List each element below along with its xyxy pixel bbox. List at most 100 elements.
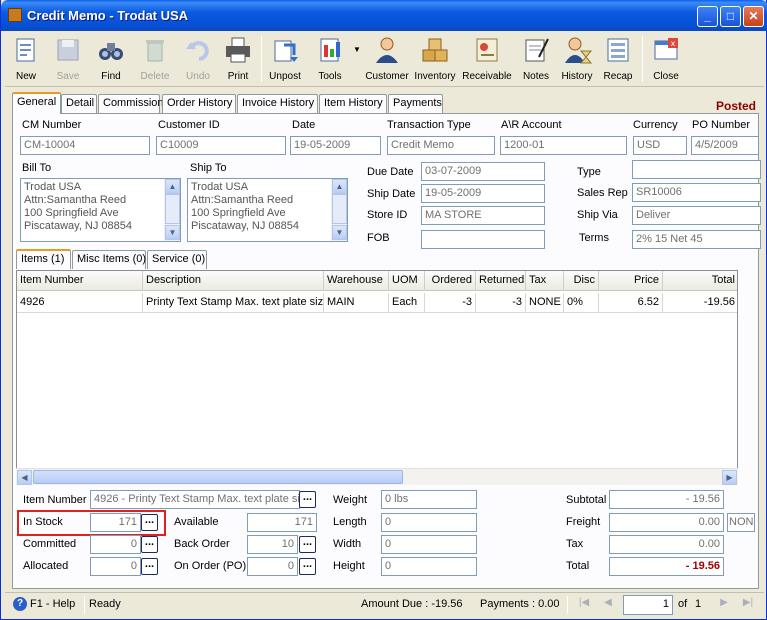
scroll-up-icon[interactable]: ▲ xyxy=(165,179,180,194)
scroll-down-icon[interactable]: ▼ xyxy=(165,225,180,240)
customer-button[interactable]: Customer xyxy=(365,33,409,85)
save-button[interactable]: Save xyxy=(49,33,87,85)
tab-payments[interactable]: Payments xyxy=(388,94,443,113)
title-bar[interactable]: Credit Memo - Trodat USA _ □ ✕ xyxy=(1,0,767,31)
scroll-up-icon[interactable]: ▲ xyxy=(332,179,347,194)
first-page-icon[interactable]: |◀ xyxy=(577,597,591,613)
ship-to-scrollbar[interactable]: ▲ ▼ xyxy=(331,179,347,241)
col-uom[interactable]: UOM xyxy=(389,271,425,291)
tab-general[interactable]: General xyxy=(12,92,61,114)
item-number-field[interactable]: 4926 - Printy Text Stamp Max. text plate… xyxy=(90,490,300,509)
col-item-number[interactable]: Item Number xyxy=(17,271,143,291)
notes-button[interactable]: Notes xyxy=(517,33,555,85)
date-field[interactable]: 19-05-2009 xyxy=(290,136,381,155)
back-order-field[interactable]: 10 xyxy=(247,535,298,554)
cell-description[interactable]: Printy Text Stamp Max. text plate siz xyxy=(143,293,324,313)
tab-service[interactable]: Service (0) xyxy=(147,250,207,269)
col-ordered[interactable]: Ordered xyxy=(425,271,476,291)
customer-id-field[interactable]: C10009 xyxy=(156,136,286,155)
tab-invoice-history[interactable]: Invoice History xyxy=(237,94,318,113)
item-number-lookup-button[interactable]: ... xyxy=(299,491,316,508)
col-tax[interactable]: Tax xyxy=(526,271,564,291)
tab-commission[interactable]: Commission xyxy=(98,94,164,113)
history-button[interactable]: History xyxy=(557,33,597,85)
total-field[interactable]: - 19.56 xyxy=(609,557,724,576)
available-field[interactable]: 171 xyxy=(247,513,317,532)
cell-disc[interactable]: 0% xyxy=(564,293,599,313)
cell-tax[interactable]: NONE xyxy=(526,293,564,313)
freight-field[interactable]: 0.00 xyxy=(609,513,724,532)
col-warehouse[interactable]: Warehouse xyxy=(324,271,389,291)
tab-item-history[interactable]: Item History xyxy=(319,94,387,113)
on-order-field[interactable]: 0 xyxy=(247,557,298,576)
next-page-icon[interactable]: ▶ xyxy=(717,597,731,613)
in-stock-field[interactable]: 171 xyxy=(90,513,141,532)
committed-field[interactable]: 0 xyxy=(90,535,141,554)
minimize-button[interactable]: _ xyxy=(697,6,718,27)
length-field[interactable]: 0 xyxy=(381,513,477,532)
ship-to-address[interactable]: Trodat USA Attn:Samantha Reed 100 Spring… xyxy=(187,178,348,242)
cell-total[interactable]: -19.56 xyxy=(663,293,737,313)
allocated-lookup-button[interactable]: ... xyxy=(141,558,158,575)
cm-number-field[interactable]: CM-10004 xyxy=(20,136,150,155)
scroll-left-icon[interactable]: ◀ xyxy=(17,470,32,485)
store-id-field[interactable]: MA STORE xyxy=(421,206,545,225)
cell-uom[interactable]: Each xyxy=(389,293,425,313)
po-number-field[interactable]: 4/5/2009 xyxy=(691,136,759,155)
fob-field[interactable] xyxy=(421,230,545,249)
receivable-button[interactable]: Receivable xyxy=(460,33,514,85)
ship-date-field[interactable]: 19-05-2009 xyxy=(421,184,545,203)
col-total[interactable]: Total xyxy=(663,271,737,291)
recap-button[interactable]: Recap xyxy=(599,33,637,85)
scroll-thumb[interactable] xyxy=(165,194,180,224)
ship-via-field[interactable]: Deliver xyxy=(632,206,761,225)
grid-horizontal-scrollbar[interactable]: ◀ ▶ xyxy=(16,468,738,485)
freight-code-field[interactable]: NON xyxy=(727,513,755,532)
find-button[interactable]: Find xyxy=(91,33,131,85)
scroll-thumb[interactable] xyxy=(33,470,403,484)
close-window-button[interactable]: ✕ xyxy=(743,6,764,27)
tab-items[interactable]: Items (1) xyxy=(16,249,71,269)
width-field[interactable]: 0 xyxy=(381,535,477,554)
subtotal-field[interactable]: - 19.56 xyxy=(609,490,724,509)
height-field[interactable]: 0 xyxy=(381,557,477,576)
inventory-button[interactable]: Inventory xyxy=(411,33,459,85)
col-returned[interactable]: Returned xyxy=(476,271,526,291)
allocated-field[interactable]: 0 xyxy=(90,557,141,576)
back-order-lookup-button[interactable]: ... xyxy=(299,536,316,553)
in-stock-lookup-button[interactable]: ... xyxy=(141,514,158,531)
print-button[interactable]: Print xyxy=(219,33,257,85)
scroll-thumb[interactable] xyxy=(332,194,347,224)
ar-account-field[interactable]: 1200-01 xyxy=(500,136,627,155)
chevron-down-icon[interactable]: ▼ xyxy=(353,45,361,54)
tab-misc-items[interactable]: Misc Items (0) xyxy=(72,250,146,269)
cell-item-number[interactable]: 4926 xyxy=(17,293,143,313)
scroll-right-icon[interactable]: ▶ xyxy=(722,470,737,485)
weight-field[interactable]: 0 lbs xyxy=(381,490,477,509)
undo-button[interactable]: Undo xyxy=(179,33,217,85)
committed-lookup-button[interactable]: ... xyxy=(141,536,158,553)
col-disc[interactable]: Disc xyxy=(564,271,599,291)
delete-button[interactable]: Delete xyxy=(135,33,175,85)
on-order-lookup-button[interactable]: ... xyxy=(299,558,316,575)
help-icon[interactable]: ? xyxy=(13,597,27,611)
tax-field[interactable]: 0.00 xyxy=(609,535,724,554)
sales-rep-field[interactable]: SR10006 xyxy=(632,183,761,202)
terms-field[interactable]: 2% 15 Net 45 xyxy=(632,230,761,249)
cell-warehouse[interactable]: MAIN xyxy=(324,293,389,313)
scroll-down-icon[interactable]: ▼ xyxy=(332,225,347,240)
bill-to-scrollbar[interactable]: ▲ ▼ xyxy=(164,179,180,241)
currency-field[interactable]: USD xyxy=(633,136,687,155)
tab-order-history[interactable]: Order History xyxy=(162,94,236,113)
transaction-type-field[interactable]: Credit Memo xyxy=(387,136,495,155)
previous-page-icon[interactable]: ◀ xyxy=(601,597,615,613)
cell-price[interactable]: 6.52 xyxy=(599,293,663,313)
page-number-input[interactable]: 1 xyxy=(623,595,673,615)
due-date-field[interactable]: 03-07-2009 xyxy=(421,162,545,181)
close-button[interactable]: x Close xyxy=(647,33,685,85)
col-description[interactable]: Description xyxy=(143,271,324,291)
cell-returned[interactable]: -3 xyxy=(476,293,526,313)
tab-detail[interactable]: Detail xyxy=(61,94,97,113)
last-page-icon[interactable]: ▶| xyxy=(741,597,755,613)
new-button[interactable]: New xyxy=(7,33,45,85)
